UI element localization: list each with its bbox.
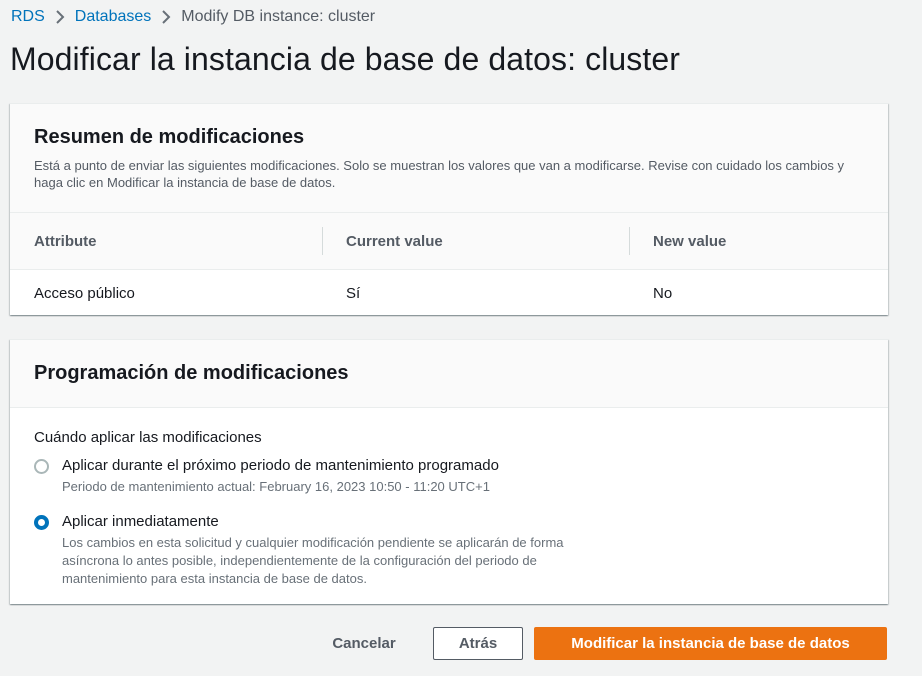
radio-option-next-maintenance[interactable]: Aplicar durante el próximo periodo de ma…: [34, 456, 864, 496]
page-title: Modificar la instancia de base de datos:…: [10, 41, 681, 77]
breadcrumb-databases-link[interactable]: Databases: [75, 8, 152, 26]
column-header-current-value: Current value: [322, 213, 629, 269]
breadcrumb-rds-link[interactable]: RDS: [11, 8, 45, 26]
cell-new-value: No: [653, 284, 673, 302]
page: RDS Databases Modify DB instance: cluste…: [0, 0, 922, 676]
breadcrumb: RDS Databases Modify DB instance: cluste…: [11, 7, 375, 27]
schedule-body: Cuándo aplicar las modificaciones Aplica…: [10, 408, 888, 588]
cell-current-value: Sí: [346, 284, 361, 302]
cell-attribute: Acceso público: [34, 284, 135, 302]
breadcrumb-current: Modify DB instance: cluster: [181, 8, 376, 25]
schedule-panel-header: Programación de modificaciones: [10, 340, 888, 408]
when-to-apply-label: Cuándo aplicar las modificaciones: [34, 429, 262, 446]
modify-db-instance-button[interactable]: Modificar la instancia de base de datos: [534, 627, 887, 660]
cancel-button[interactable]: Cancelar: [316, 627, 412, 660]
radio-description-apply-immediately: Los cambios en esta solicitud y cualquie…: [62, 535, 564, 586]
table-row: Acceso público Sí No: [10, 270, 888, 316]
radio-unchecked-icon[interactable]: [34, 459, 49, 474]
radio-description-next-maintenance: Periodo de mantenimiento actual: Februar…: [62, 479, 490, 494]
chevron-right-icon: [151, 9, 181, 25]
back-button[interactable]: Atrás: [433, 627, 523, 660]
schedule-panel: Programación de modificaciones Cuándo ap…: [10, 339, 888, 604]
modifications-table-header: Attribute Current value New value: [10, 213, 888, 270]
radio-option-apply-immediately[interactable]: Aplicar inmediatamente Los cambios en es…: [34, 512, 864, 588]
column-header-new-value: New value: [629, 213, 888, 269]
summary-description: Está a punto de enviar las siguientes mo…: [34, 158, 845, 190]
chevron-right-icon: [45, 9, 75, 25]
column-header-attribute: Attribute: [34, 232, 97, 250]
radio-checked-icon[interactable]: [34, 515, 49, 530]
schedule-title: Programación de modificaciones: [34, 362, 349, 384]
radio-label-next-maintenance[interactable]: Aplicar durante el próximo periodo de ma…: [62, 456, 864, 476]
summary-panel-header: Resumen de modificaciones Está a punto d…: [10, 104, 888, 213]
radio-label-apply-immediately[interactable]: Aplicar inmediatamente: [62, 512, 864, 532]
summary-panel: Resumen de modificaciones Está a punto d…: [10, 103, 888, 315]
summary-title: Resumen de modificaciones: [34, 126, 305, 148]
